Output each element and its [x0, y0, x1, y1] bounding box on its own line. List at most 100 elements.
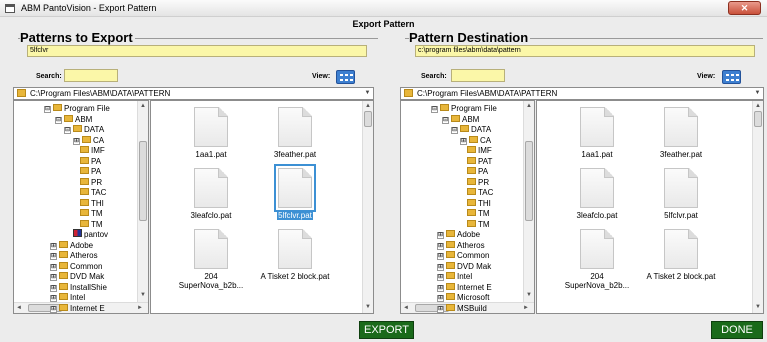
tree-node[interactable]: pantov: [73, 229, 108, 240]
tree-node[interactable]: ⊞ CA: [73, 135, 104, 146]
tree-node[interactable]: ⊞ Adobe: [50, 240, 93, 251]
tree-node[interactable]: PA: [467, 166, 488, 177]
file-item[interactable]: 204 SuperNova_b2b...: [559, 229, 635, 290]
expand-icon[interactable]: ⊞: [437, 305, 444, 313]
tree-node[interactable]: IMF: [467, 145, 492, 156]
expand-icon[interactable]: ⊞: [50, 253, 57, 260]
tree-node[interactable]: TM: [80, 208, 103, 219]
tree-node[interactable]: PA: [80, 166, 101, 177]
collapse-icon[interactable]: ⊟: [442, 116, 449, 124]
right-search-input[interactable]: [451, 69, 505, 82]
file-item[interactable]: 3feather.pat: [643, 107, 719, 167]
tree-node[interactable]: ⊞ Atheros: [50, 250, 98, 261]
right-view-grid-icon[interactable]: [722, 70, 741, 84]
collapse-icon[interactable]: ⊟: [64, 127, 71, 134]
left-tree-vscrollbar[interactable]: ▲ ▼: [137, 101, 148, 302]
left-search-input[interactable]: [64, 69, 118, 82]
tree-node[interactable]: THI: [467, 198, 491, 209]
tree-node[interactable]: ⊞ Intel: [50, 292, 85, 303]
expand-icon[interactable]: ⊞: [437, 253, 444, 260]
tree-node[interactable]: TM: [467, 208, 490, 219]
tree-node[interactable]: ⊟ ABM: [55, 114, 92, 125]
scroll-down-icon[interactable]: ▼: [755, 303, 761, 311]
chevron-down-icon[interactable]: ▼: [753, 89, 762, 98]
tree-node[interactable]: TAC: [80, 187, 106, 198]
tree-node[interactable]: ⊞ DVD Mak: [437, 261, 491, 272]
tree-node[interactable]: THI: [80, 198, 104, 209]
left-folder-combo[interactable]: C:\Program Files\ABM\DATA\PATTERN ▼: [13, 87, 374, 100]
file-item[interactable]: 3leafclo.pat: [559, 168, 635, 228]
scroll-up-icon[interactable]: ▲: [755, 102, 761, 110]
right-files-vscrollbar[interactable]: ▲ ▼: [752, 101, 763, 313]
file-item[interactable]: 204 SuperNova_b2b...: [173, 229, 249, 290]
scroll-left-icon[interactable]: ◄: [403, 304, 409, 312]
tree-node[interactable]: ⊞ Common: [50, 261, 102, 272]
expand-icon[interactable]: ⊞: [50, 305, 57, 313]
file-item[interactable]: 5lfclvr.pat: [643, 168, 719, 228]
expand-icon[interactable]: ⊞: [460, 137, 467, 145]
tree-node[interactable]: ⊟ Program File: [44, 103, 110, 114]
right-tree-vscroll-thumb[interactable]: [525, 141, 533, 221]
collapse-icon[interactable]: ⊟: [44, 106, 51, 113]
left-view-grid-icon[interactable]: [336, 70, 355, 84]
tree-node[interactable]: ⊞ Microsoft: [437, 292, 489, 303]
tree-node[interactable]: TAC: [467, 187, 493, 198]
scroll-up-icon[interactable]: ▲: [526, 102, 532, 110]
expand-icon[interactable]: ⊞: [50, 263, 57, 271]
tree-node[interactable]: ⊞ InstallShie: [50, 282, 107, 293]
tree-node[interactable]: PR: [467, 177, 489, 188]
expand-icon[interactable]: ⊞: [437, 274, 444, 281]
right-folder-tree[interactable]: ▲ ▼ ◄ ► ⊟ Program File ⊟ ABM ⊟ DATA ⊞ CA IMF PAT P…: [400, 100, 535, 314]
left-files-vscroll-thumb[interactable]: [364, 111, 372, 127]
scroll-up-icon[interactable]: ▲: [365, 102, 371, 110]
file-item[interactable]: A Tisket 2 block.pat: [257, 229, 333, 289]
file-item[interactable]: 1aa1.pat: [173, 107, 249, 167]
scroll-up-icon[interactable]: ▲: [140, 102, 146, 110]
left-tree-vscroll-thumb[interactable]: [139, 141, 147, 221]
close-button[interactable]: ✕: [728, 1, 761, 15]
expand-icon[interactable]: ⊞: [437, 242, 444, 250]
file-item[interactable]: 5lfclvr.pat: [257, 164, 333, 228]
chevron-down-icon[interactable]: ▼: [363, 89, 372, 98]
expand-icon[interactable]: ⊞: [50, 284, 57, 292]
tree-node[interactable]: ⊞ Adobe: [437, 229, 480, 240]
destination-path-field[interactable]: c:\program files\abm\data\pattern: [415, 45, 755, 57]
right-files-vscroll-thumb[interactable]: [754, 111, 762, 127]
scroll-right-icon[interactable]: ►: [523, 304, 529, 312]
collapse-icon[interactable]: ⊟: [55, 116, 62, 124]
left-file-list[interactable]: ▲ ▼ 1aa1.pat 3feather.pat 3leafclo.pat 5lfc…: [150, 100, 374, 314]
scroll-down-icon[interactable]: ▼: [140, 291, 146, 299]
tree-node[interactable]: ⊞ DVD Mak: [50, 271, 104, 282]
expand-icon[interactable]: ⊞: [437, 232, 444, 239]
collapse-icon[interactable]: ⊟: [451, 127, 458, 134]
tree-node[interactable]: IMF: [80, 145, 105, 156]
right-file-list[interactable]: ▲ ▼ 1aa1.pat 3feather.pat 3leafclo.pat 5lfc…: [536, 100, 764, 314]
tree-node[interactable]: ⊟ DATA: [451, 124, 491, 135]
tree-node[interactable]: ⊞ Internet E: [437, 282, 492, 293]
expand-icon[interactable]: ⊞: [437, 263, 444, 271]
tree-node[interactable]: ⊞ CA: [460, 135, 491, 146]
tree-node[interactable]: PAT: [467, 156, 492, 167]
tree-node[interactable]: ⊞ Intel: [437, 271, 472, 282]
tree-node[interactable]: ⊞ Atheros: [437, 240, 485, 251]
scroll-left-icon[interactable]: ◄: [16, 304, 22, 312]
tree-node[interactable]: ⊞ MSBuild: [437, 303, 487, 314]
tree-node[interactable]: ⊟ Program File: [431, 103, 497, 114]
tree-node[interactable]: TM: [467, 219, 490, 230]
collapse-icon[interactable]: ⊟: [431, 106, 438, 113]
export-button[interactable]: EXPORT: [359, 321, 414, 339]
file-item[interactable]: 3feather.pat: [257, 107, 333, 167]
file-item[interactable]: 3leafclo.pat: [173, 168, 249, 228]
scroll-down-icon[interactable]: ▼: [526, 291, 532, 299]
right-tree-vscrollbar[interactable]: ▲ ▼: [523, 101, 534, 302]
expand-icon[interactable]: ⊞: [50, 274, 57, 281]
done-button[interactable]: DONE: [711, 321, 763, 339]
export-pattern-field[interactable]: 5lfclvr: [27, 45, 367, 57]
file-item[interactable]: 1aa1.pat: [559, 107, 635, 167]
expand-icon[interactable]: ⊞: [437, 295, 444, 302]
expand-icon[interactable]: ⊞: [50, 295, 57, 302]
tree-node[interactable]: PR: [80, 177, 102, 188]
scroll-right-icon[interactable]: ►: [137, 304, 143, 312]
file-item[interactable]: A Tisket 2 block.pat: [643, 229, 719, 289]
right-folder-combo[interactable]: C:\Program Files\ABM\DATA\PATTERN ▼: [400, 87, 764, 100]
